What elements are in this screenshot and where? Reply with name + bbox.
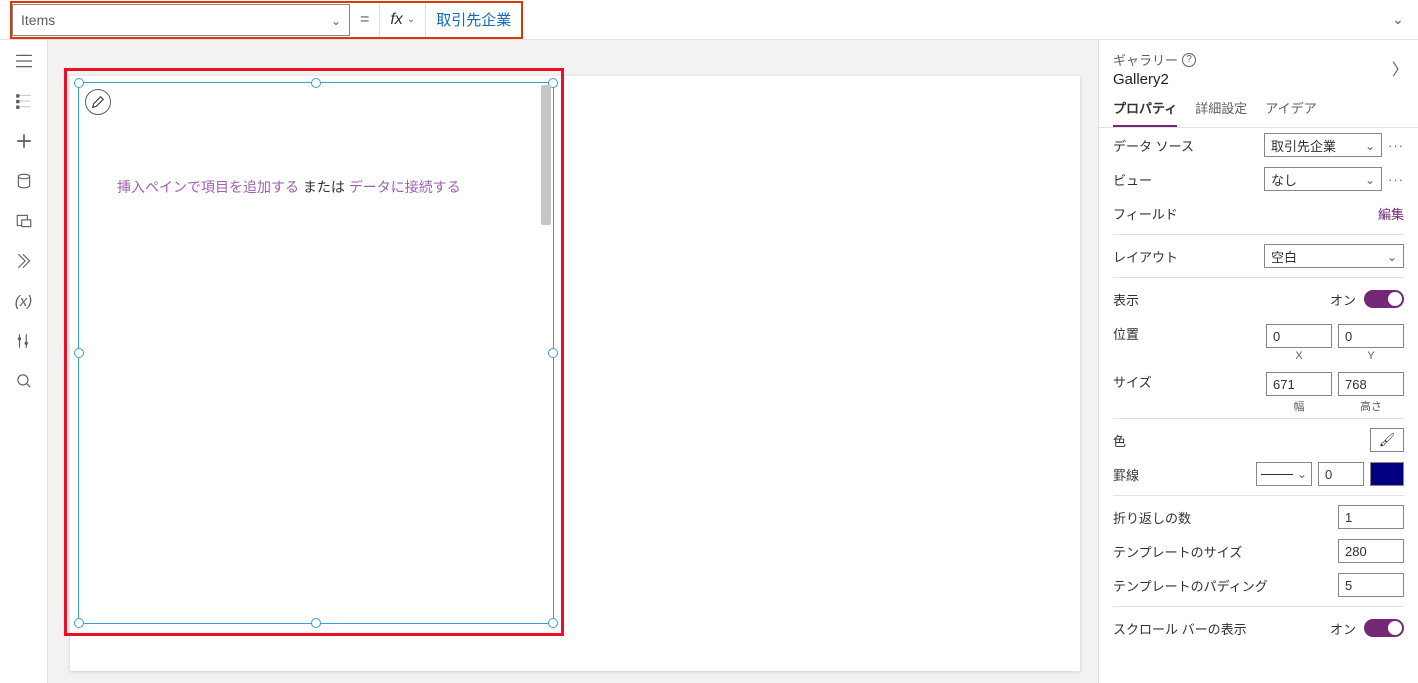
color-picker[interactable]: 🖌 [1370,428,1404,452]
control-name[interactable]: Gallery2 [1113,71,1404,88]
layout-select[interactable]: 空白 [1264,244,1404,268]
left-rail: (x) [0,40,48,683]
visible-state: オン [1330,290,1356,309]
position-x-input[interactable] [1266,324,1332,348]
expand-formula-button[interactable]: ⌄ [1378,0,1418,40]
fields-edit-link[interactable]: 編集 [1378,204,1404,223]
scrollbar-toggle[interactable] [1364,619,1404,637]
variables-button[interactable]: (x) [8,290,40,312]
template-padding-input[interactable] [1338,573,1404,597]
size-height-input[interactable] [1338,372,1404,396]
app-screen: 挿入ペインで項目を追加する または データに接続する [70,76,1080,671]
wrap-count-input[interactable] [1338,505,1404,529]
view-label: ビュー [1113,170,1152,189]
tab-properties[interactable]: プロパティ [1113,98,1177,127]
layout-label: レイアウト [1113,247,1178,266]
border-color-picker[interactable] [1370,462,1404,486]
paint-bucket-icon: 🖌 [1379,432,1396,448]
pane-tabs: プロパティ 詳細設定 アイデア [1099,88,1418,128]
position-label: 位置 [1113,324,1139,343]
equals-label: = [350,11,379,29]
insert-button[interactable] [8,130,40,152]
size-label: サイズ [1113,372,1152,391]
canvas-area[interactable]: 挿入ペインで項目を追加する または データに接続する [48,40,1098,683]
view-select[interactable]: なし [1264,167,1382,191]
chevron-down-icon [1365,172,1375,187]
app-body: (x) 挿入ペインで項目を追加する または データに接続する [0,40,1418,683]
chevron-down-icon [1297,467,1307,481]
fx-icon: fx [390,11,402,29]
fields-label: フィールド [1113,204,1178,223]
chevron-down-icon [1387,249,1397,264]
border-width-input[interactable] [1318,462,1364,486]
resize-handle[interactable] [74,348,84,358]
scrollbar-state: オン [1330,619,1356,638]
chevron-down-icon: ⌄ [407,14,415,25]
search-button[interactable] [8,370,40,392]
tree-view-button[interactable] [8,90,40,112]
formula-highlight-box: Items = fx ⌄ 取引先企業 [10,1,523,39]
gallery-scrollbar[interactable] [541,85,551,225]
datasource-select[interactable]: 取引先企業 [1264,133,1382,157]
border-style-select[interactable] [1256,462,1312,486]
border-label: 罫線 [1113,465,1139,484]
add-from-insert-pane-link[interactable]: 挿入ペインで項目を追加する [117,179,299,195]
connect-to-data-link[interactable]: データに接続する [349,179,461,195]
tab-advanced[interactable]: 詳細設定 [1195,98,1247,127]
resize-handle[interactable] [311,78,321,88]
fx-button[interactable]: fx ⌄ [379,3,426,37]
position-y-input[interactable] [1338,324,1404,348]
pane-expand-button[interactable]: 〉 [1392,56,1408,80]
visible-label: 表示 [1113,290,1139,309]
gallery-selection[interactable]: 挿入ペインで項目を追加する または データに接続する [78,82,554,624]
view-more-button[interactable]: ··· [1388,172,1404,187]
media-button[interactable] [8,210,40,232]
size-width-input[interactable] [1266,372,1332,396]
datasource-label: データ ソース [1113,136,1194,155]
formula-bar: Items = fx ⌄ 取引先企業 ⌄ [0,0,1418,40]
pane-header: ギャラリー ? Gallery2 〉 [1099,40,1418,88]
help-icon[interactable]: ? [1182,53,1196,67]
datasource-more-button[interactable]: ··· [1388,138,1404,153]
resize-handle[interactable] [548,618,558,628]
power-automate-button[interactable] [8,250,40,272]
formula-value[interactable]: 取引先企業 [426,3,521,37]
data-button[interactable] [8,170,40,192]
pencil-icon [91,95,105,109]
hint-or-text: または [299,179,349,195]
advanced-tools-button[interactable] [8,330,40,352]
template-padding-label: テンプレートのパディング [1113,576,1268,595]
resize-handle[interactable] [74,78,84,88]
property-dropdown-value: Items [21,12,55,28]
resize-handle[interactable] [74,618,84,628]
gallery-empty-hint: 挿入ペインで項目を追加する または データに接続する [117,177,461,197]
scrollbar-label: スクロール バーの表示 [1113,619,1247,638]
wrap-count-label: 折り返しの数 [1113,508,1191,527]
visible-toggle[interactable] [1364,290,1404,308]
control-type-label: ギャラリー ? [1113,50,1404,69]
color-label: 色 [1113,431,1126,450]
resize-handle[interactable] [311,618,321,628]
template-size-input[interactable] [1338,539,1404,563]
properties-pane: ギャラリー ? Gallery2 〉 プロパティ 詳細設定 アイデア データ ソ… [1098,40,1418,683]
chevron-down-icon [331,12,341,28]
property-dropdown[interactable]: Items [12,4,350,36]
edit-template-button[interactable] [85,89,111,115]
resize-handle[interactable] [548,348,558,358]
tab-ideas[interactable]: アイデア [1265,98,1316,127]
hamburger-menu-button[interactable] [8,50,40,72]
chevron-down-icon [1365,138,1375,153]
template-size-label: テンプレートのサイズ [1113,542,1242,561]
